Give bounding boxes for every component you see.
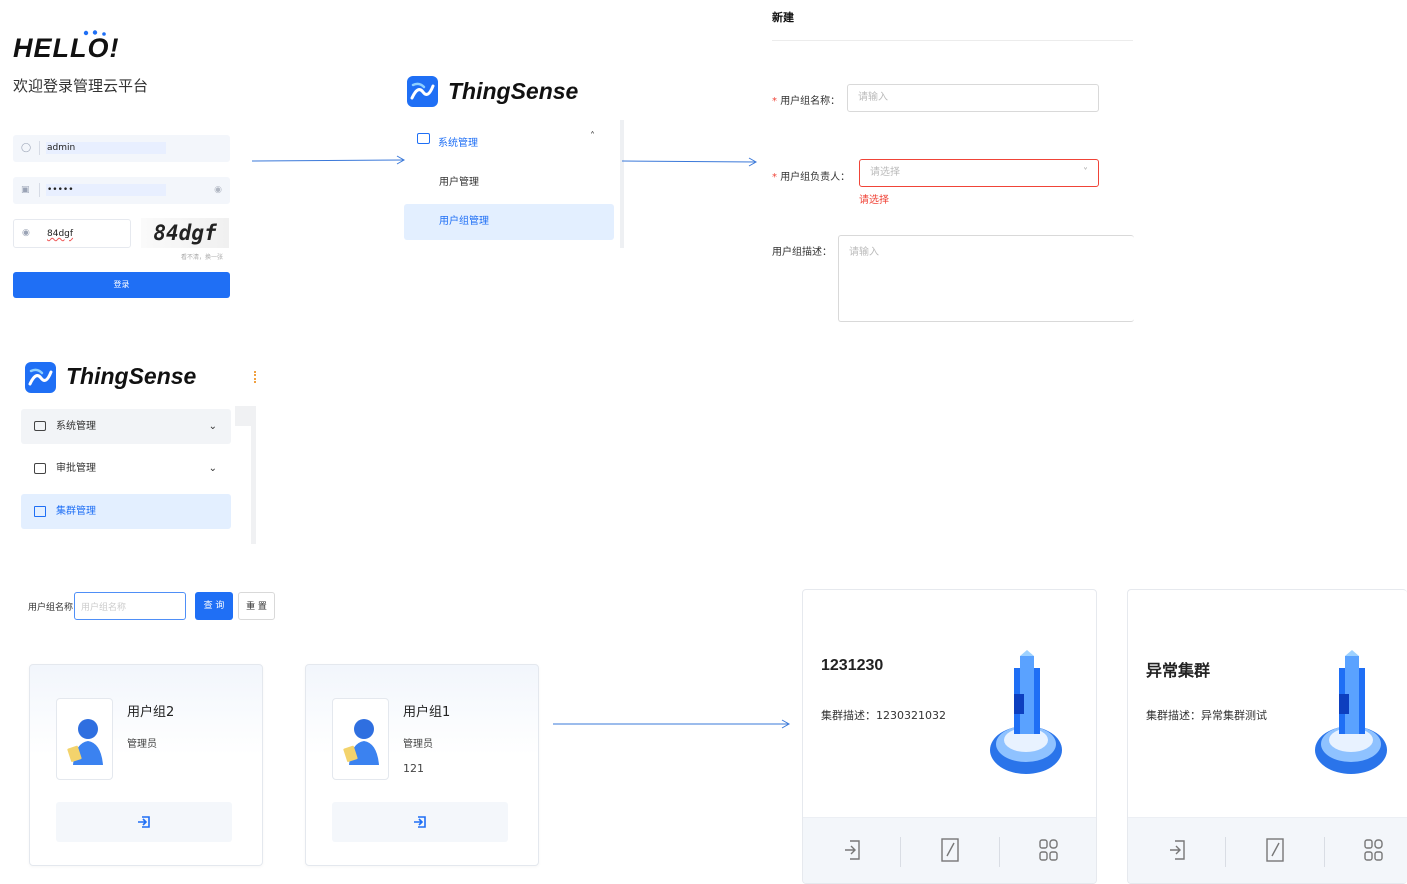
enter-group-button[interactable] (56, 802, 232, 842)
query-button[interactable]: 查 询 (195, 592, 233, 620)
user-avatar-icon (343, 719, 379, 765)
captcha-refresh-link[interactable]: 看不清，换一张 (181, 252, 223, 261)
reset-button[interactable]: 重 置 (238, 592, 275, 620)
edit-icon[interactable] (938, 835, 962, 865)
group-role: 管理员 (127, 739, 157, 750)
chevron-down-icon: ⌄ (208, 421, 217, 432)
lock-icon: ▣ (21, 185, 30, 195)
chevron-down-icon: ⌄ (208, 463, 217, 474)
divider (1324, 837, 1325, 867)
owner-error-message: 请选择 (859, 195, 889, 206)
password-field[interactable]: ▣ ••••• ◉ (13, 177, 230, 204)
grid-apps-icon[interactable] (1361, 835, 1385, 865)
search-label: 用户组名称: (28, 603, 77, 613)
collapse-handle-icon[interactable] (254, 371, 256, 383)
cluster-desc: 集群描述：1230321032 (821, 709, 946, 722)
divider (772, 40, 1133, 41)
edit-icon[interactable] (1263, 835, 1287, 865)
grid-apps-icon[interactable] (1036, 835, 1060, 865)
divider (39, 183, 40, 197)
captcha-image[interactable]: 84dgf (141, 218, 229, 248)
menu-item-label: 系统管理 (56, 421, 96, 432)
captcha-input-value: 84dgf (47, 229, 74, 239)
divider (39, 141, 40, 155)
avatar (56, 698, 113, 780)
menu-item-label: 审批管理 (56, 463, 96, 474)
cluster-server-icon (1315, 650, 1387, 774)
group-name-input[interactable]: 请输入 (847, 84, 1099, 112)
group-extra: 121 (403, 762, 424, 775)
enter-icon[interactable] (1166, 835, 1190, 865)
group-name: 用户组2 (127, 705, 175, 720)
group-role: 管理员 (403, 739, 433, 750)
search-input[interactable]: 用户组名称 (74, 592, 186, 620)
thingsense-logo-icon (407, 76, 438, 107)
divider (900, 837, 901, 867)
cluster-title: 异常集群 (1146, 663, 1211, 680)
login-button[interactable]: 登录 (13, 272, 230, 298)
flow-arrow-icon (622, 157, 758, 167)
enter-group-button[interactable] (332, 802, 508, 842)
cluster-card[interactable]: 异常集群 集群描述：异常集群测试 (1127, 589, 1407, 884)
group-card[interactable]: 用户组2 管理员 (29, 664, 263, 866)
divider (1225, 837, 1226, 867)
menu-approval-management[interactable]: 审批管理 ⌄ (21, 451, 231, 486)
divider (999, 837, 1000, 867)
group-name-label: * 用户组名称： (772, 96, 841, 107)
cluster-list-icon (34, 494, 46, 529)
logo-text: ThingSense (448, 78, 579, 104)
user-avatar-icon (67, 719, 103, 765)
flow-arrow-icon (553, 719, 791, 729)
group-name: 用户组1 (403, 705, 451, 720)
group-owner-label: * 用户组负责人： (772, 172, 851, 183)
flow-arrow-icon (252, 155, 406, 165)
group-card[interactable]: 用户组1 管理员 121 (305, 664, 539, 866)
thingsense-logo-icon (25, 362, 56, 393)
scrollbar[interactable] (620, 120, 624, 248)
username-field[interactable]: ◯ admin (13, 135, 230, 162)
chevron-up-icon[interactable]: ˄ (590, 131, 595, 142)
welcome-text: 欢迎登录管理云平台 (13, 77, 149, 95)
menu-cluster-management[interactable]: 集群管理 (21, 494, 231, 529)
group-desc-textarea[interactable]: 请输入 (838, 235, 1134, 322)
approval-icon (34, 451, 46, 486)
menu-item-user-management[interactable]: 用户管理 (404, 165, 614, 201)
chevron-down-icon: ˅ (1083, 167, 1088, 178)
cluster-title: 1231230 (821, 657, 884, 674)
form-title: 新建 (772, 11, 794, 24)
hello-dots-icon (83, 30, 106, 36)
login-arrow-icon (414, 816, 426, 828)
avatar (332, 698, 389, 780)
menu-item-user-group-management[interactable]: 用户组管理 (404, 204, 614, 240)
group-owner-select[interactable]: 请选择 ˅ (859, 159, 1099, 187)
menu-header-label: 系统管理 (438, 138, 478, 149)
monitor-settings-icon (34, 409, 46, 444)
menu-item-label: 集群管理 (56, 506, 96, 517)
login-arrow-icon (138, 816, 150, 828)
eye-icon[interactable]: ◉ (214, 185, 222, 195)
scrollbar-track (235, 426, 251, 544)
username-value: admin (46, 142, 166, 154)
shield-icon: ◉ (22, 228, 30, 238)
group-desc-label: 用户组描述： (772, 247, 832, 258)
menu-system-management[interactable]: 系统管理 ˄ (404, 128, 616, 154)
menu-system-management[interactable]: 系统管理 ⌄ (21, 409, 231, 444)
logo-text: ThingSense (66, 363, 197, 389)
user-icon: ◯ (21, 143, 32, 153)
sidebar-menu-expanded: 系统管理 ˄ 用户管理 用户组管理 (404, 120, 624, 248)
cluster-card[interactable]: 1231230 集群描述：1230321032 (802, 589, 1097, 884)
cluster-desc: 集群描述：异常集群测试 (1146, 709, 1267, 722)
enter-icon[interactable] (841, 835, 865, 865)
monitor-settings-icon (417, 133, 430, 144)
cluster-server-icon (990, 650, 1062, 774)
captcha-field[interactable]: ◉ 84dgf (13, 219, 131, 248)
password-value: ••••• (46, 184, 166, 196)
